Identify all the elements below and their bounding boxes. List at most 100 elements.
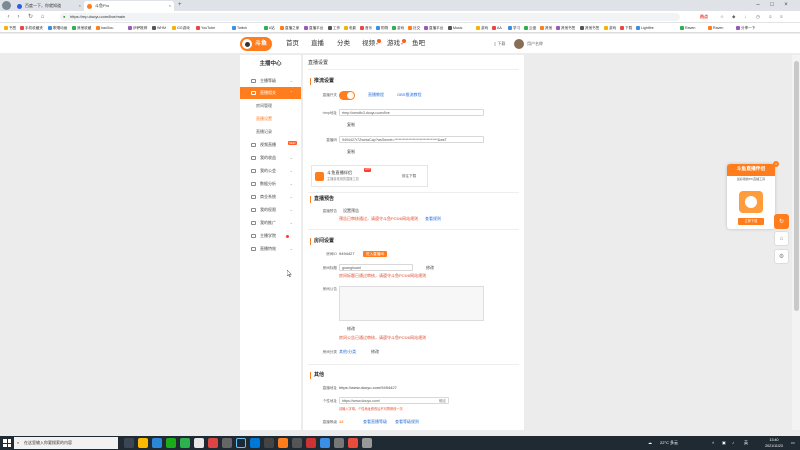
app-icon[interactable] — [250, 438, 260, 448]
app-icon[interactable] — [166, 438, 176, 448]
bookmark-item[interactable]: 游戏 — [392, 23, 404, 33]
app-icon[interactable] — [292, 438, 302, 448]
copy-code-button[interactable]: 复制 — [347, 149, 355, 155]
room-category-link[interactable]: 其他/分类 — [339, 349, 356, 355]
ime-indicator[interactable]: 英 — [744, 436, 748, 450]
bookmark-item[interactable]: Music — [448, 23, 462, 33]
view-level-link[interactable]: 查看直播等级 — [363, 419, 387, 425]
modify-category-button[interactable]: 修改 — [371, 349, 379, 355]
app-icon[interactable] — [264, 438, 274, 448]
sidebar-sub-room[interactable]: 房间管理 — [240, 100, 301, 112]
wechat-icon[interactable] — [180, 438, 190, 448]
chrome-icon[interactable] — [152, 438, 162, 448]
refresh-icon[interactable]: ↻ — [26, 11, 35, 23]
bookmark-item[interactable]: 云盘 — [524, 23, 536, 33]
network-icon[interactable]: ▣ — [722, 436, 726, 450]
set-notice-link[interactable]: 设置预告 — [343, 208, 359, 214]
user-icon[interactable]: ☺ — [768, 11, 773, 23]
sidebar-item-data[interactable]: 数据分析 ⌄ — [240, 178, 301, 190]
bookmark-item[interactable]: Twitch — [232, 23, 247, 33]
companion-promo[interactable]: 斗鱼直播伴侣 主播最常用的直播工具 HOT 前往下载 — [311, 165, 428, 187]
app-icon[interactable] — [208, 438, 218, 448]
tab-baidu[interactable]: 百度一下，你就知道 × — [14, 1, 84, 11]
sidebar-item-level[interactable]: 主播等级 ⌄ — [240, 75, 301, 87]
bookmark-item[interactable]: Raven — [708, 23, 723, 33]
app-icon[interactable] — [362, 438, 372, 448]
weather-text[interactable]: 22°C 多云 — [660, 436, 678, 450]
sidebar-item-income[interactable]: 我的收益 ⌄ — [240, 152, 301, 164]
bookmark-item[interactable]: 直播之家 — [280, 23, 299, 33]
sidebar-sub-records[interactable]: 直播记录 — [240, 126, 301, 138]
file-explorer-icon[interactable] — [138, 438, 148, 448]
sidebar-item-effects[interactable]: 直播特效 ⌄ — [240, 243, 301, 255]
copy-rtmp-button[interactable]: 复制 — [347, 122, 355, 128]
bookmark-item[interactable]: 歌唱动画 — [48, 23, 67, 33]
douyu-app-icon[interactable] — [278, 438, 288, 448]
home-icon[interactable]: ⌂ — [38, 11, 47, 23]
nav-game[interactable]: 游戏▾ — [387, 34, 407, 54]
sidebar-item-permission[interactable]: 我的权限 ⌄ — [240, 204, 301, 216]
bookmark-item[interactable]: 购物 — [376, 23, 388, 33]
tab-douyu[interactable]: 斗鱼Pro × — [84, 1, 174, 11]
bookmark-item[interactable]: 电影 — [344, 23, 356, 33]
scrollbar-thumb[interactable] — [793, 61, 799, 311]
bookmark-item[interactable]: 手机收藏夹 — [20, 23, 43, 33]
clock[interactable]: 13:40 2021/11/23 — [760, 437, 788, 449]
sidebar-item-live[interactable]: 直播相关 ⌃ — [240, 87, 301, 99]
bookmark-item[interactable]: b站 — [264, 23, 275, 33]
extension-icon[interactable]: ◆ — [732, 11, 735, 23]
bookmark-item[interactable]: 其他收藏 — [72, 23, 91, 33]
live-toggle[interactable] — [339, 91, 355, 100]
nav-fishbar[interactable]: 鱼吧 — [412, 34, 425, 54]
floating-ad[interactable]: 斗鱼直播伴侣 最好用的PC直播工具 立即下载 — [727, 164, 775, 229]
bookmark-item[interactable]: 书签 — [4, 23, 16, 33]
sidebar-item-guild[interactable]: 我的公会 ⌄ — [240, 165, 301, 177]
modify-title-button[interactable]: 修改 — [426, 265, 434, 271]
settings-icon[interactable]: ⚙ — [774, 249, 789, 264]
app-icon[interactable] — [320, 438, 330, 448]
nav-home[interactable]: 首页 — [286, 34, 299, 54]
bookmark-item[interactable]: 直播平台 — [424, 23, 443, 33]
bookmark-item[interactable]: 工作 — [328, 23, 340, 33]
obs-tutorial-link[interactable]: OBS推流教程 — [397, 92, 421, 98]
steam-icon[interactable] — [236, 438, 246, 448]
custom-link-confirm[interactable]: 确定 — [439, 398, 446, 403]
address-bar[interactable]: ● https://mp.douyu.com/live/main — [60, 13, 680, 21]
user-name[interactable]: 用户名称 — [527, 34, 543, 54]
feedback-icon[interactable]: ↻ — [774, 214, 789, 229]
app-icon[interactable] — [348, 438, 358, 448]
bookmark-item[interactable]: WHM — [152, 23, 166, 33]
bookmark-item[interactable]: AA — [492, 23, 502, 33]
float-ad-download-button[interactable]: 立即下载 — [738, 218, 764, 225]
forward-icon[interactable]: › — [14, 11, 23, 23]
volume-icon[interactable]: ♪ — [732, 436, 734, 450]
download-icon[interactable]: ↓ — [744, 11, 746, 23]
douyu-logo[interactable]: 斗鱼 — [240, 37, 272, 51]
notification-icon[interactable]: ▭ — [791, 436, 795, 450]
home-icon[interactable]: ⌂ — [774, 231, 789, 246]
app-icon[interactable] — [306, 438, 316, 448]
maximize-icon[interactable]: □ — [766, 0, 778, 10]
user-avatar[interactable] — [514, 39, 524, 49]
rtmp-field[interactable]: rtmp://sendfc3.douyu.com/live — [339, 109, 484, 116]
bookmark-item[interactable]: 学习 — [508, 23, 520, 33]
bookmark-item[interactable]: 其他书签 — [580, 23, 599, 33]
windows-start-icon[interactable] — [3, 439, 11, 447]
star-icon[interactable]: ☆ — [720, 11, 724, 23]
bookmark-item[interactable]: 游戏 — [476, 23, 488, 33]
page-scrollbar[interactable] — [792, 55, 800, 430]
bookmark-item[interactable]: 分享一下 — [736, 23, 755, 33]
close-window-icon[interactable]: × — [780, 0, 792, 10]
menu-icon[interactable]: ≡ — [780, 11, 783, 23]
history-icon[interactable]: ◷ — [756, 11, 760, 23]
bookmark-item[interactable]: 直播平台 — [304, 23, 323, 33]
back-icon[interactable]: ‹ — [4, 11, 13, 23]
level-rules-link[interactable]: 查看等级规则 — [395, 419, 419, 425]
minimize-icon[interactable]: – — [752, 0, 764, 10]
room-notice-textarea[interactable] — [339, 286, 484, 321]
bookmark-item[interactable]: 音乐 — [360, 23, 372, 33]
bookmark-item[interactable]: GG游戏 — [172, 23, 190, 33]
sidebar-item-academy[interactable]: 主播学院 — [240, 230, 301, 242]
sidebar-item-business[interactable]: 商业系统 ⌄ — [240, 191, 301, 203]
app-icon[interactable] — [222, 438, 232, 448]
